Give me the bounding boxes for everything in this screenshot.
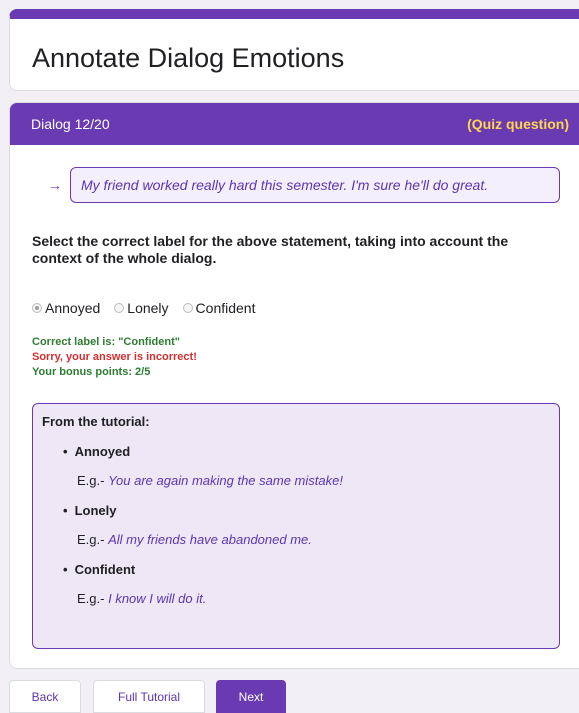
- bullet-icon: •: [63, 444, 68, 459]
- tutorial-label: Confident: [74, 562, 136, 577]
- radio-lonely[interactable]: [114, 303, 125, 313]
- tutorial-title: From the tutorial:: [42, 414, 150, 429]
- bonus-points-text: Your bonus points: 2/5: [32, 366, 151, 378]
- tutorial-label: Lonely: [74, 503, 117, 518]
- dialog-header: Dialog 12/20 (Quiz question): [10, 103, 579, 145]
- result-text: Sorry, your answer is incorrect!: [32, 351, 197, 363]
- tutorial-item: • Confident E.g.- I know I will do it.: [63, 562, 550, 606]
- tutorial-example: E.g.- You are again making the same mist…: [77, 473, 550, 488]
- example-prefix: E.g.-: [77, 591, 105, 606]
- tutorial-item: • Lonely E.g.- All my friends have abando…: [63, 503, 550, 547]
- bullet-icon: •: [63, 562, 68, 577]
- arrow-right-icon: →: [48, 177, 62, 193]
- tutorial-item: • Annoyed E.g.- You are again making the …: [63, 444, 550, 488]
- tutorial-list: • Annoyed E.g.- You are again making the …: [42, 444, 550, 606]
- option-confident[interactable]: Confident: [182, 300, 256, 316]
- radio-confident[interactable]: [182, 303, 193, 313]
- option-annoyed[interactable]: Annoyed: [32, 300, 100, 316]
- tutorial-box: From the tutorial: • Annoyed E.g.- You ar…: [32, 403, 560, 649]
- option-label: Lonely: [127, 300, 169, 316]
- page-title: Annotate Dialog Emotions: [32, 43, 345, 73]
- label-options: Annoyed Lonely Confident: [32, 300, 255, 316]
- instruction-text: Select the correct label for the above s…: [32, 233, 509, 266]
- next-button[interactable]: Next: [216, 680, 286, 713]
- example-text: I know I will do it.: [108, 591, 207, 606]
- tutorial-example: E.g.- I know I will do it.: [77, 591, 550, 606]
- statement-row: → My friend worked really hard this seme…: [48, 167, 560, 203]
- dialog-counter: Dialog 12/20: [31, 116, 110, 132]
- feedback-block: Correct label is: "Confident" Sorry, you…: [32, 335, 197, 380]
- tutorial-label: Annoyed: [74, 444, 131, 459]
- dialog-card: Dialog 12/20 (Quiz question) → My friend…: [9, 102, 579, 669]
- full-tutorial-button[interactable]: Full Tutorial: [93, 680, 205, 713]
- option-lonely[interactable]: Lonely: [114, 300, 169, 316]
- example-text: All my friends have abandoned me.: [108, 532, 312, 547]
- quiz-tag: (Quiz question): [467, 116, 569, 132]
- option-label: Annoyed: [45, 300, 101, 316]
- radio-annoyed[interactable]: [32, 303, 42, 313]
- example-text: You are again making the same mistake!: [108, 473, 343, 488]
- option-label: Confident: [195, 300, 256, 316]
- statement-text: My friend worked really hard this semest…: [70, 167, 560, 203]
- correct-label-text: Correct label is: "Confident": [32, 336, 180, 348]
- back-button[interactable]: Back: [9, 680, 81, 713]
- bullet-icon: •: [63, 503, 68, 518]
- example-prefix: E.g.-: [77, 532, 105, 547]
- example-prefix: E.g.-: [77, 473, 105, 488]
- title-card: Annotate Dialog Emotions: [9, 9, 579, 91]
- tutorial-example: E.g.- All my friends have abandoned me.: [77, 532, 550, 547]
